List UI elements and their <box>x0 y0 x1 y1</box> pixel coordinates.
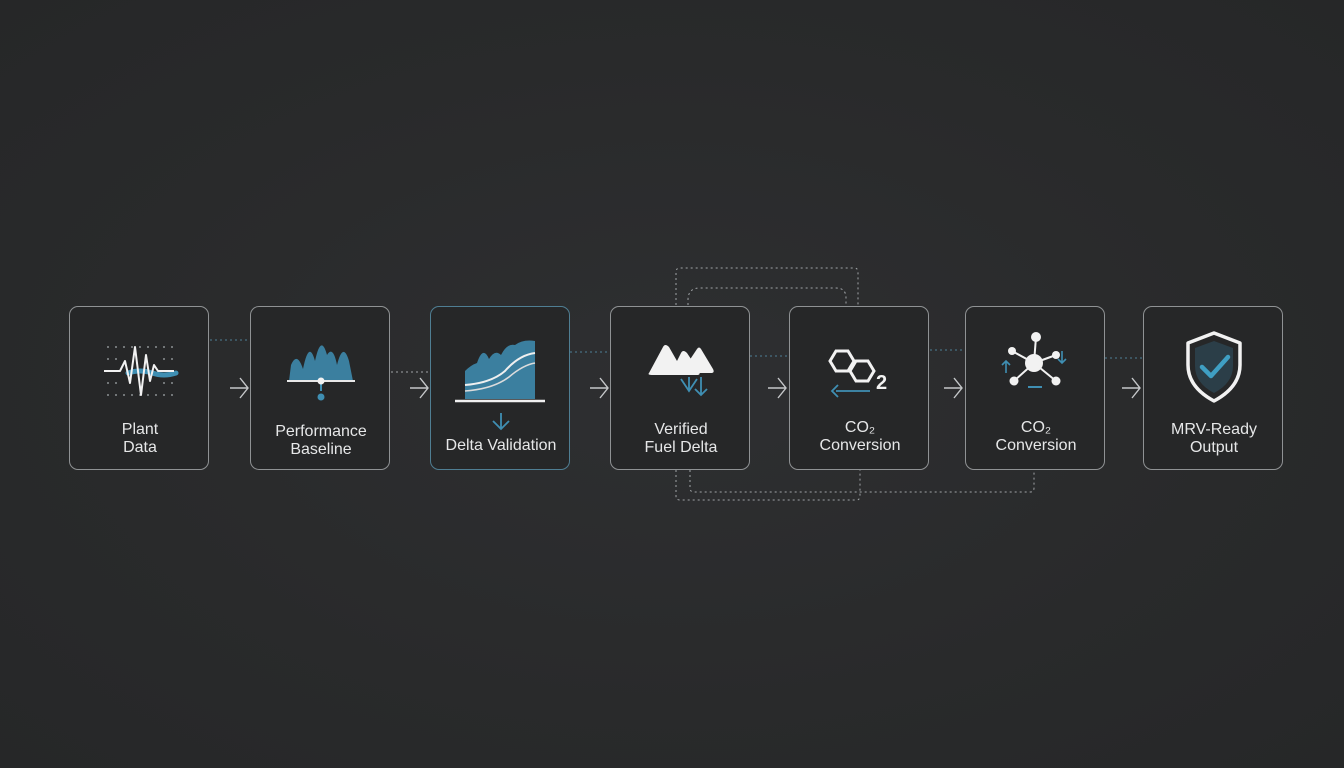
shield-check-icon <box>1186 331 1242 403</box>
node-label-line2: Baseline <box>290 441 352 458</box>
flow-arrow <box>410 377 429 399</box>
flow-arrow <box>590 377 609 399</box>
node-label-line2: Output <box>1189 439 1239 456</box>
flow-arrow <box>230 377 249 399</box>
baseline-chart-icon <box>287 345 355 401</box>
flow-arrow <box>944 377 963 399</box>
node-delta-validation: Delta Validation <box>430 306 570 470</box>
co2-hexagon-icon: 2 <box>828 349 887 398</box>
node-label-line2: Conversion <box>819 437 901 454</box>
node-mrv-ready-output: MRV-Ready Output <box>1143 306 1283 470</box>
node-label-line1: CO₂ <box>844 419 876 436</box>
node-performance-baseline: Performance Baseline <box>250 306 390 470</box>
node-co2-conversion-2: CO₂ Conversion <box>965 306 1105 470</box>
node-label-line1: CO₂ <box>1020 419 1052 436</box>
node-label-line2: Data <box>123 439 157 456</box>
node-label-line2: Delta Validation <box>445 437 557 454</box>
down-arrow-icon <box>492 413 510 431</box>
node-label-line2: Conversion <box>995 437 1077 454</box>
molecule-network-icon <box>1001 332 1067 388</box>
node-label-line2: Fuel Delta <box>644 439 718 456</box>
node-co2-conversion: 2 CO₂ Conversion <box>789 306 929 470</box>
node-label-line1: MRV-Ready <box>1171 421 1257 438</box>
flow-arrow <box>768 377 787 399</box>
node-plant-data: Plant Data <box>69 306 209 470</box>
area-trend-icon <box>455 340 545 403</box>
node-label-line1: Performance <box>275 423 367 440</box>
node-label-line1: Verified <box>654 421 708 438</box>
node-verified-fuel-delta: Verified Fuel Delta <box>610 306 750 470</box>
flow-diagram: Plant Data Performance Baseline Delta Va… <box>0 0 1344 768</box>
node-label-line1: Plant <box>121 421 159 438</box>
co2-subscript-glyph: 2 <box>876 372 887 394</box>
pulse-waveform-icon <box>104 346 179 396</box>
flow-arrow <box>1122 377 1141 399</box>
fuel-shapes-icon <box>648 345 714 397</box>
